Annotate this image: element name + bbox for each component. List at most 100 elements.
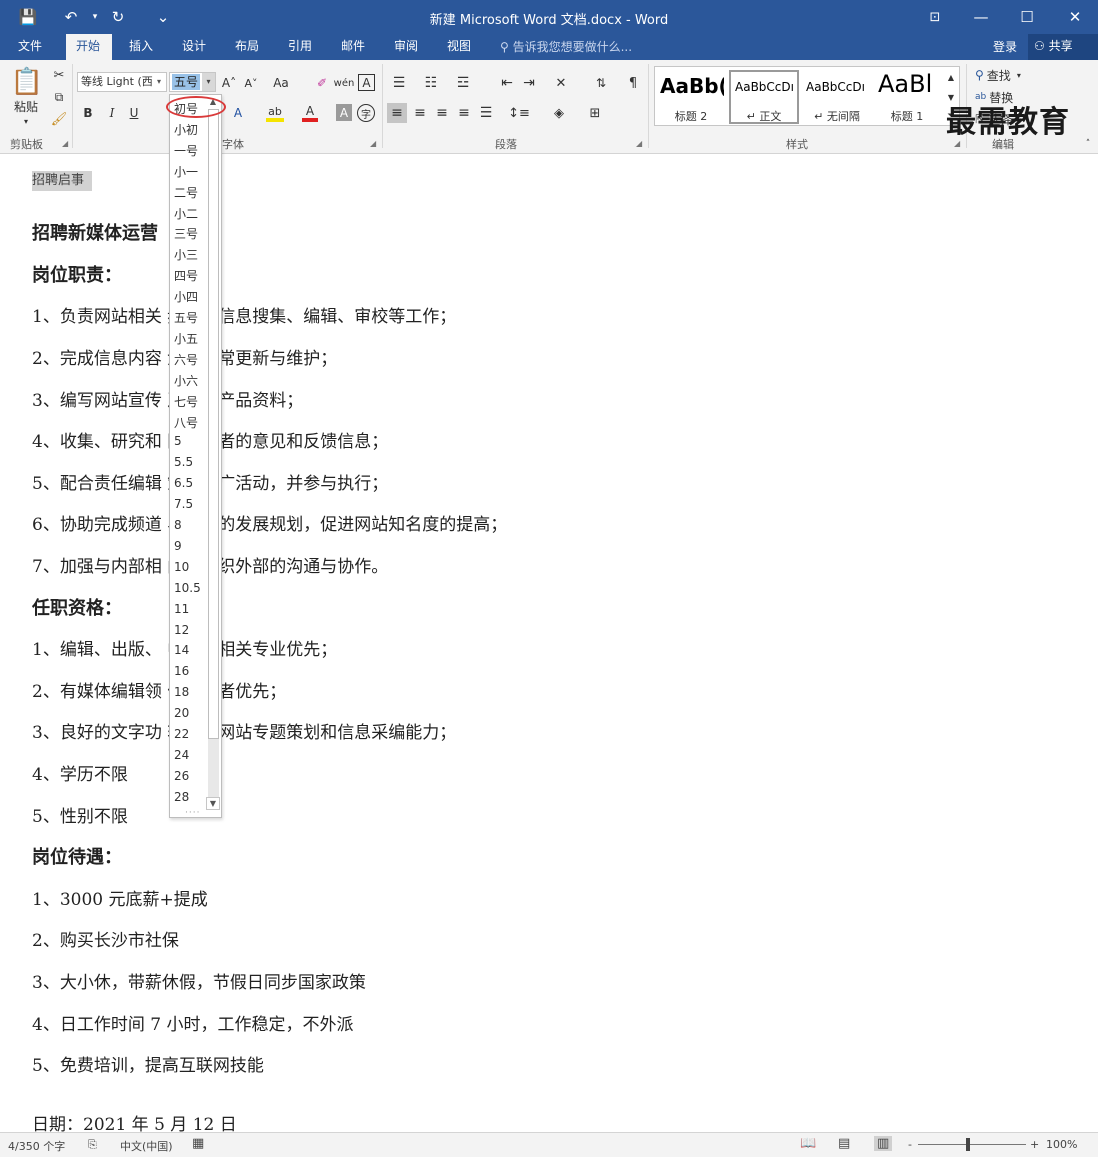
collapse-ribbon-icon[interactable]: ˄ bbox=[1082, 138, 1094, 150]
font-size-option[interactable]: 小初 bbox=[174, 121, 198, 138]
line-spacing-icon[interactable]: ↕≡ bbox=[507, 103, 531, 123]
proofing-icon[interactable]: ⎘ bbox=[88, 1138, 97, 1152]
tab-design[interactable]: 设计 bbox=[172, 34, 216, 60]
language-status[interactable]: 中文(中国) bbox=[120, 1138, 173, 1154]
font-size-option[interactable]: 8 bbox=[174, 518, 182, 532]
document-line[interactable]: 5、免费培训，提高互联网技能 bbox=[32, 1051, 264, 1076]
bullets-icon[interactable]: ☰ bbox=[388, 74, 410, 92]
macro-record-icon[interactable]: ▦ bbox=[192, 1136, 204, 1151]
copy-icon[interactable]: ⧉ bbox=[50, 88, 68, 106]
font-size-option[interactable]: 9 bbox=[174, 539, 182, 553]
font-size-option[interactable]: 小五 bbox=[174, 330, 198, 347]
font-size-option[interactable]: 26 bbox=[174, 769, 189, 783]
shrink-font-button[interactable]: A˅ bbox=[242, 74, 260, 92]
paste-dropdown-icon[interactable]: ▾ bbox=[21, 116, 31, 126]
resize-grip-icon[interactable]: ···· bbox=[185, 808, 200, 818]
font-size-option[interactable]: 八号 bbox=[174, 414, 198, 431]
document-line[interactable]: 4、日工作时间 7 小时，工作稳定，不外派 bbox=[32, 1010, 353, 1035]
scroll-track[interactable] bbox=[208, 739, 219, 797]
tab-references[interactable]: 引用 bbox=[278, 34, 322, 60]
increase-indent-icon[interactable]: ⇥ bbox=[519, 74, 539, 92]
enclose-characters-button[interactable]: 字 bbox=[357, 104, 375, 122]
align-left-icon[interactable]: ≡ bbox=[387, 103, 407, 123]
bold-button[interactable]: B bbox=[80, 104, 96, 122]
print-layout-icon[interactable]: ▤ bbox=[838, 1136, 850, 1151]
document-line[interactable]: 2、有媒体编辑领 作经验者优先； bbox=[32, 677, 286, 702]
font-size-option[interactable]: 6.5 bbox=[174, 476, 193, 490]
font-launcher-icon[interactable]: ◢ bbox=[370, 139, 376, 148]
font-name-dropdown-icon[interactable]: ▾ bbox=[157, 77, 161, 86]
document-heading[interactable]: 任职资格： bbox=[32, 594, 122, 620]
document-line[interactable]: 5、性别不限 bbox=[32, 802, 128, 827]
document-tag[interactable]: 招聘启事 bbox=[32, 171, 93, 191]
font-size-option[interactable]: 10 bbox=[174, 560, 189, 574]
font-size-option[interactable]: 11 bbox=[174, 602, 189, 616]
document-line[interactable]: 2、购买长沙市社保 bbox=[32, 926, 179, 951]
scroll-down-icon[interactable]: ▼ bbox=[206, 797, 220, 810]
font-size-combobox[interactable]: 五号 ▾ bbox=[169, 72, 216, 92]
font-size-option[interactable]: 二号 bbox=[174, 184, 198, 201]
paste-icon[interactable]: 📋 bbox=[11, 66, 43, 98]
font-size-option[interactable]: 小四 bbox=[174, 288, 198, 305]
distributed-icon[interactable]: ☰ bbox=[476, 103, 496, 123]
phonetic-guide-button[interactable]: wén bbox=[334, 74, 355, 92]
document-line[interactable]: 6、协助完成频道 与栏目的发展规划，促进网站知名度的提高； bbox=[32, 510, 507, 535]
word-count[interactable]: 4/350 个字 bbox=[8, 1138, 65, 1154]
font-size-option[interactable]: 7.5 bbox=[174, 497, 193, 511]
font-size-option[interactable]: 五号 bbox=[174, 309, 198, 326]
ribbon-display-options-button[interactable]: ⊡ bbox=[912, 0, 958, 34]
paragraph-launcher-icon[interactable]: ◢ bbox=[636, 139, 642, 148]
font-color-button[interactable]: A bbox=[302, 104, 318, 122]
chinese-layout-icon[interactable]: ✕ bbox=[550, 74, 572, 92]
cut-icon[interactable]: ✂ bbox=[50, 66, 68, 84]
document-area[interactable]: 招聘启事 招聘新媒体运营 岗位职责： 1、负责网站相关 频道的信息搜集、编辑、审校等… bbox=[0, 105, 1098, 1135]
document-line[interactable]: 3、编写网站宣传 及相关产品资料； bbox=[32, 386, 303, 411]
underline-button[interactable]: U bbox=[126, 104, 142, 122]
font-size-option[interactable]: 三号 bbox=[174, 225, 198, 242]
font-size-option[interactable]: 12 bbox=[174, 623, 189, 637]
document-heading[interactable]: 岗位待遇： bbox=[32, 843, 122, 869]
character-shading-button[interactable]: A bbox=[336, 104, 352, 121]
grow-font-button[interactable]: A˄ bbox=[220, 74, 238, 92]
clipboard-launcher-icon[interactable]: ◢ bbox=[62, 139, 68, 148]
font-size-dropdown-icon[interactable]: ▾ bbox=[202, 73, 215, 91]
align-center-icon[interactable]: ≡ bbox=[410, 103, 430, 123]
align-right-icon[interactable]: ≡ bbox=[432, 103, 452, 123]
shading-icon[interactable]: ◈ bbox=[548, 103, 570, 123]
font-size-option[interactable]: 一号 bbox=[174, 142, 198, 159]
share-button[interactable]: ⚇ 共享 bbox=[1028, 34, 1098, 60]
login-link[interactable]: 登录 bbox=[993, 38, 1017, 55]
style-heading-2[interactable]: AaBb( 标题 2 bbox=[656, 70, 726, 124]
font-size-option[interactable]: 六号 bbox=[174, 351, 198, 368]
justify-icon[interactable]: ≡ bbox=[454, 103, 474, 123]
zoom-out-button[interactable]: - bbox=[908, 1138, 912, 1151]
tab-view[interactable]: 视图 bbox=[437, 34, 481, 60]
font-size-dropdown-list[interactable]: 初号 小初 一号 小一 二号 小二 三号 小三 四号 小四 五号 小五 六号 小六 七号 八号 5 5.5 6.5 7… bbox=[169, 94, 222, 818]
font-size-option[interactable]: 28 bbox=[174, 790, 189, 804]
zoom-in-button[interactable]: + bbox=[1030, 1138, 1039, 1151]
font-size-option[interactable]: 5.5 bbox=[174, 455, 193, 469]
document-line[interactable]: 3、良好的文字功 较强的网站专题策划和信息采编能力； bbox=[32, 718, 456, 743]
font-size-option[interactable]: 5 bbox=[174, 434, 182, 448]
tab-layout[interactable]: 布局 bbox=[225, 34, 269, 60]
font-size-option[interactable]: 小六 bbox=[174, 372, 198, 389]
font-size-option[interactable]: 18 bbox=[174, 685, 189, 699]
styles-scroll-up-icon[interactable]: ▲ bbox=[944, 68, 958, 86]
zoom-slider-track[interactable] bbox=[918, 1144, 1026, 1145]
read-mode-icon[interactable]: 📖 bbox=[800, 1136, 816, 1151]
document-line[interactable]: 4、学历不限 bbox=[32, 760, 128, 785]
tab-home[interactable]: 开始 bbox=[66, 34, 112, 60]
find-button[interactable]: ⚲ 查找 ▾ bbox=[975, 66, 1035, 84]
decrease-indent-icon[interactable]: ⇤ bbox=[497, 74, 517, 92]
style-heading-1[interactable]: AaBl 标题 1 bbox=[874, 70, 940, 124]
document-heading[interactable]: 招聘新媒体运营 bbox=[32, 219, 158, 245]
tell-me-box[interactable]: ⚲ 告诉我您想要做什么... bbox=[500, 38, 632, 55]
font-size-option[interactable]: 14 bbox=[174, 643, 189, 657]
style-no-spacing[interactable]: AaBbCcDı ↵ 无间隔 bbox=[802, 70, 872, 124]
scroll-thumb[interactable] bbox=[208, 109, 219, 739]
font-size-option[interactable]: 七号 bbox=[174, 393, 198, 410]
maximize-button[interactable]: ☐ bbox=[1004, 0, 1050, 34]
change-case-button[interactable]: Aa bbox=[270, 74, 292, 92]
text-effects-button[interactable]: A bbox=[230, 104, 246, 122]
document-line[interactable]: 3、大小休，带薪休假，节假日同步国家政策 bbox=[32, 968, 366, 993]
